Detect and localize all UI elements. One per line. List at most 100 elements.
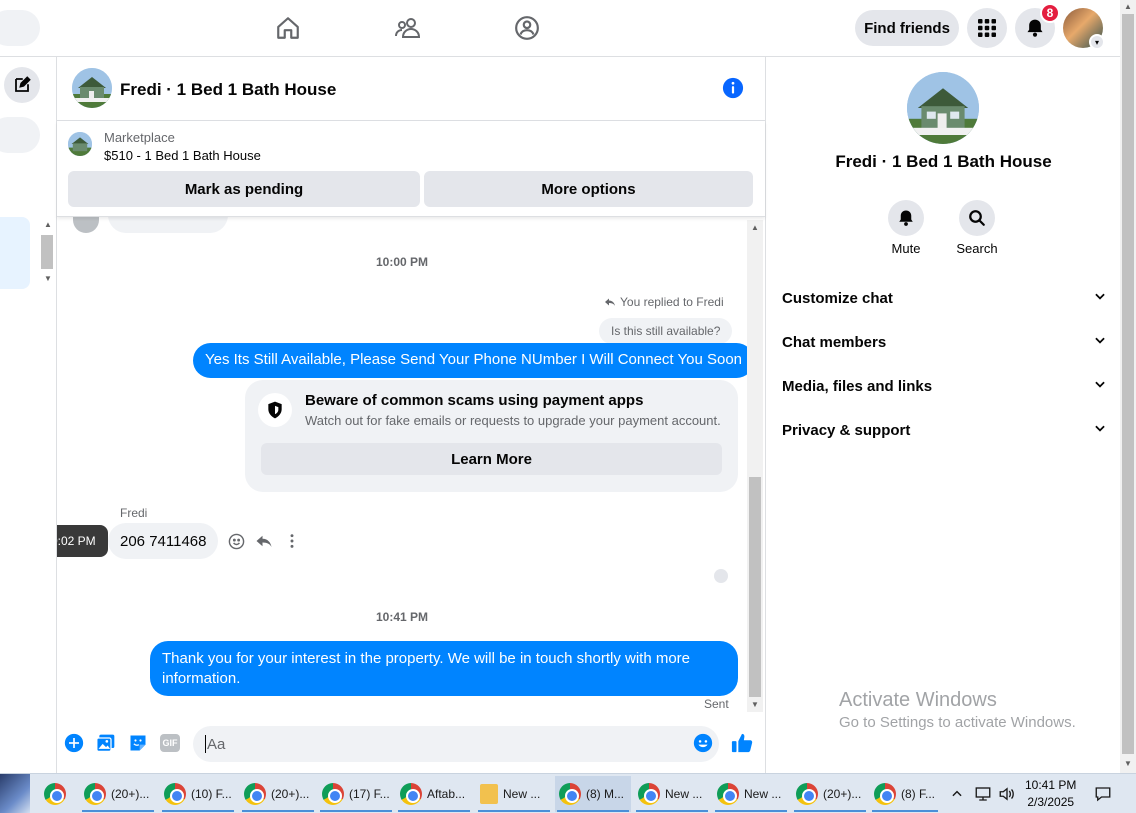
- taskbar-item[interactable]: (17) F...: [318, 776, 394, 812]
- chevron-down-icon: [1093, 289, 1107, 307]
- message-thread: 10:00 PM You replied to Fredi Is this st…: [57, 217, 765, 717]
- message-bubble-incoming[interactable]: [108, 217, 228, 233]
- taskbar-item[interactable]: New ...: [713, 776, 789, 812]
- customize-chat-item[interactable]: Customize chat: [782, 283, 1107, 313]
- chat-members-label: Chat members: [782, 333, 887, 351]
- conversation-details-panel: Fredi · 1 Bed 1 Bath House Mute Search C…: [765, 57, 1120, 773]
- top-navigation-bar: Find friends 8 ▾: [0, 0, 1120, 57]
- network-icon[interactable]: [974, 774, 992, 813]
- chrome-profile-icon: [400, 783, 422, 805]
- taskbar-item[interactable]: (8) F...: [870, 776, 940, 812]
- bell-icon[interactable]: [888, 200, 924, 236]
- photo-icon[interactable]: [95, 732, 117, 754]
- reply-note: You replied to Fredi: [604, 295, 724, 309]
- chrome-icon: [44, 783, 66, 805]
- new-message-icon[interactable]: [4, 67, 40, 103]
- friends-icon[interactable]: [392, 12, 424, 44]
- chrome-icon: [164, 783, 186, 805]
- chrome-icon: [717, 783, 739, 805]
- sender-avatar: [73, 217, 99, 233]
- search-conversation-button[interactable]: Search: [947, 200, 1007, 256]
- message-bubble-outgoing[interactable]: Yes Its Still Available, Please Send You…: [193, 343, 755, 378]
- chat-list-scrollbar[interactable]: ▲ ▼: [39, 217, 55, 289]
- profile-name: Fredi · 1 Bed 1 Bath House: [835, 152, 1052, 171]
- chevron-down-icon[interactable]: ▾: [1089, 34, 1105, 50]
- chrome-icon: [796, 783, 818, 805]
- more-options-button[interactable]: More options: [424, 171, 753, 207]
- facebook-search-field[interactable]: [0, 10, 40, 46]
- chrome-icon: [559, 783, 581, 805]
- chrome-icon: [322, 783, 344, 805]
- message-composer: GIF Aa: [57, 718, 765, 773]
- home-icon[interactable]: [272, 12, 304, 44]
- privacy-support-item[interactable]: Privacy & support: [782, 415, 1107, 445]
- messages-scrollbar[interactable]: ▲ ▼: [747, 220, 763, 712]
- media-files-links-item[interactable]: Media, files and links: [782, 371, 1107, 401]
- learn-more-button[interactable]: Learn More: [261, 443, 722, 475]
- taskbar-item[interactable]: (20+)...: [80, 776, 156, 812]
- clock-date: 2/3/2025: [1027, 795, 1075, 809]
- search-icon[interactable]: [959, 200, 995, 236]
- taskbar-item[interactable]: Aftab...: [396, 776, 472, 812]
- reply-icon[interactable]: [254, 531, 274, 551]
- plus-circle-icon[interactable]: [63, 732, 85, 754]
- chevron-down-icon: [1093, 333, 1107, 351]
- taskbar-item[interactable]: (20+)...: [240, 776, 316, 812]
- menu-grid-icon[interactable]: [967, 8, 1007, 48]
- taskbar-item[interactable]: New ...: [476, 776, 552, 812]
- scam-warning-subtitle: Watch out for fake emails or requests to…: [305, 413, 721, 428]
- search-messenger-field[interactable]: [0, 117, 40, 153]
- listing-price-title[interactable]: $510 - 1 Bed 1 Bath House: [104, 148, 261, 163]
- taskbar-item-active[interactable]: (8) M...: [555, 776, 631, 812]
- chat-members-item[interactable]: Chat members: [782, 327, 1107, 357]
- message-input-placeholder: Aa: [207, 735, 226, 753]
- sent-status: Sent: [704, 697, 729, 711]
- more-actions-icon[interactable]: [282, 531, 302, 551]
- message-bubble-outgoing[interactable]: Thank you for your interest in the prope…: [150, 641, 738, 696]
- thumbs-up-icon[interactable]: [731, 732, 753, 754]
- mark-as-pending-button[interactable]: Mark as pending: [68, 171, 420, 207]
- system-clock[interactable]: 10:41 PM 2/3/2025: [1025, 777, 1076, 811]
- selected-chat-item[interactable]: [0, 217, 30, 289]
- notification-center-icon[interactable]: [1094, 774, 1112, 813]
- message-input[interactable]: Aa: [193, 726, 719, 762]
- media-files-links-label: Media, files and links: [782, 377, 933, 395]
- message-timestamp: 10:41 PM: [375, 610, 429, 624]
- volume-icon[interactable]: [998, 774, 1016, 813]
- sender-name: Fredi: [120, 506, 148, 520]
- taskbar-item[interactable]: [40, 776, 74, 812]
- reply-note-text: You replied to Fredi: [620, 295, 724, 309]
- taskbar-item[interactable]: (10) F...: [160, 776, 236, 812]
- chrome-icon: [84, 783, 106, 805]
- groups-icon[interactable]: [511, 12, 543, 44]
- listing-avatar[interactable]: [72, 68, 112, 108]
- emoji-icon[interactable]: [692, 732, 714, 754]
- marketplace-label: Marketplace: [104, 130, 175, 145]
- page-scrollbar-thumb[interactable]: [1122, 14, 1134, 754]
- taskbar-item[interactable]: New ...: [634, 776, 710, 812]
- find-friends-button[interactable]: Find friends: [855, 10, 959, 46]
- page-scrollbar[interactable]: ▲ ▼: [1120, 0, 1136, 773]
- timestamp-tooltip: 10:02 PM: [57, 525, 108, 557]
- info-icon[interactable]: [722, 77, 744, 99]
- taskbar-item[interactable]: (20+)...: [792, 776, 868, 812]
- chrome-icon: [874, 783, 896, 805]
- gif-icon[interactable]: GIF: [159, 732, 181, 754]
- search-label: Search: [956, 241, 998, 256]
- sticker-icon[interactable]: [127, 732, 149, 754]
- listing-thumbnail[interactable]: [68, 132, 92, 156]
- scrollbar-thumb[interactable]: [749, 477, 761, 697]
- chrome-icon: [638, 783, 660, 805]
- show-hidden-icons-icon[interactable]: [950, 774, 964, 813]
- start-button[interactable]: [0, 774, 30, 813]
- scam-warning-title: Beware of common scams using payment app…: [305, 392, 644, 409]
- mute-label: Mute: [891, 241, 921, 256]
- message-bubble-incoming[interactable]: 206 7411468: [108, 523, 219, 559]
- quoted-message[interactable]: Is this still available?: [599, 318, 733, 344]
- mute-button[interactable]: Mute: [876, 200, 936, 256]
- reply-arrow-icon: [605, 298, 615, 306]
- profile-picture[interactable]: [907, 72, 979, 144]
- seen-by-avatar: [714, 569, 728, 583]
- notification-count-badge: 8: [1040, 3, 1060, 23]
- react-emoji-icon[interactable]: [226, 531, 246, 551]
